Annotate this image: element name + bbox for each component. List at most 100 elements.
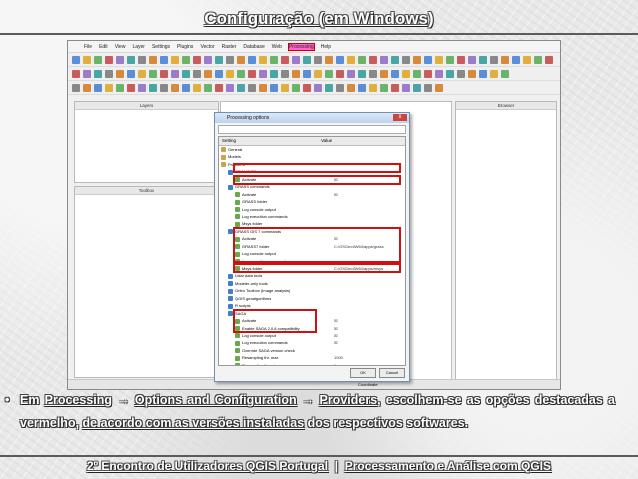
- tree-row-value[interactable]: [320, 146, 405, 153]
- tree-row-value[interactable]: ☒: [334, 317, 405, 324]
- tree-row-value[interactable]: [327, 310, 405, 317]
- toolbar-icon[interactable]: [116, 83, 124, 92]
- menu-raster[interactable]: Raster: [222, 44, 237, 50]
- toolbar-icon[interactable]: [94, 69, 102, 78]
- menu-database[interactable]: Database: [243, 44, 264, 50]
- toolbar-icon[interactable]: [424, 55, 432, 64]
- tree-row-value[interactable]: 1: [334, 362, 405, 365]
- tree-row-value[interactable]: [327, 272, 405, 279]
- toolbar-icon[interactable]: [237, 83, 245, 92]
- toolbar-icon[interactable]: [468, 69, 476, 78]
- toolbar-icon[interactable]: [534, 55, 542, 64]
- toolbar-icon[interactable]: [105, 69, 113, 78]
- search-input[interactable]: [218, 125, 406, 134]
- tree-row[interactable]: Resampling thr. min 1: [219, 362, 405, 365]
- tree-row-value[interactable]: ☒: [334, 325, 405, 332]
- toolbar-icon[interactable]: [457, 55, 465, 64]
- toolbar-icon[interactable]: [413, 83, 421, 92]
- toolbar-icon[interactable]: [347, 83, 355, 92]
- toolbar-icon[interactable]: [259, 55, 267, 64]
- toolbar-icon[interactable]: [248, 83, 256, 92]
- toolbar-icon[interactable]: [72, 69, 80, 78]
- toolbar-icon[interactable]: [116, 69, 124, 78]
- tree-row-value[interactable]: ☒: [334, 339, 405, 346]
- toolbar-icon[interactable]: [171, 83, 179, 92]
- toolbar-icon[interactable]: [160, 69, 168, 78]
- toolbar-icon[interactable]: [303, 69, 311, 78]
- tree-row-value[interactable]: [327, 280, 405, 287]
- tree-row[interactable]: Lidar data tools: [219, 272, 405, 279]
- toolbar-icon[interactable]: [281, 69, 289, 78]
- toolbar-icon[interactable]: [325, 69, 333, 78]
- toolbar-icon[interactable]: [149, 83, 157, 92]
- toolbar-icon[interactable]: [270, 55, 278, 64]
- tree-row[interactable]: Activate ☒: [219, 191, 405, 198]
- toolbar-icon[interactable]: [149, 55, 157, 64]
- toolbar-icon[interactable]: [94, 55, 102, 64]
- toolbar-icon[interactable]: [138, 83, 146, 92]
- tree-row[interactable]: Models: [219, 153, 405, 160]
- toolbar-icon[interactable]: [468, 55, 476, 64]
- toolbar-icon[interactable]: [94, 83, 102, 92]
- toolbar-icon[interactable]: [72, 83, 80, 92]
- toolbar-icon[interactable]: [292, 69, 300, 78]
- toolbar-icon[interactable]: [292, 55, 300, 64]
- tree-row-value[interactable]: [327, 295, 405, 302]
- toolbar-icon[interactable]: [281, 83, 289, 92]
- toolbar-icon[interactable]: [105, 55, 113, 64]
- toolbar-icon[interactable]: [314, 69, 322, 78]
- tree-row[interactable]: GRASS folder: [219, 198, 405, 205]
- tree-row-value[interactable]: [327, 287, 405, 294]
- toolbar-icon[interactable]: [413, 55, 421, 64]
- toolbar-icon[interactable]: [336, 55, 344, 64]
- tree-row-value[interactable]: 1000: [334, 354, 405, 361]
- cancel-button[interactable]: Cancel: [379, 368, 405, 378]
- tree-row-value[interactable]: [334, 213, 405, 220]
- menu-settings[interactable]: Settings: [152, 44, 170, 50]
- toolbar-icon[interactable]: [116, 55, 124, 64]
- toolbar-icon[interactable]: [270, 69, 278, 78]
- tree-row-value[interactable]: [320, 153, 405, 160]
- toolbar-icon[interactable]: [314, 83, 322, 92]
- toolbar-icon[interactable]: [325, 83, 333, 92]
- toolbar-icon[interactable]: [215, 83, 223, 92]
- toolbar-icon[interactable]: [83, 83, 91, 92]
- toolbar-icon[interactable]: [204, 69, 212, 78]
- tree-row[interactable]: Log execution commands: [219, 213, 405, 220]
- toolbar-icon[interactable]: [226, 83, 234, 92]
- toolbar-icon[interactable]: [336, 83, 344, 92]
- menu-view[interactable]: View: [115, 44, 126, 50]
- tree-row[interactable]: Log console output: [219, 206, 405, 213]
- toolbar-icon[interactable]: [149, 69, 157, 78]
- close-button[interactable]: x: [393, 114, 407, 121]
- tree-row[interactable]: General: [219, 146, 405, 153]
- toolbar-icon[interactable]: [457, 69, 465, 78]
- toolbar-icon[interactable]: [435, 69, 443, 78]
- toolbar-icon[interactable]: [479, 55, 487, 64]
- toolbar-icon[interactable]: [237, 55, 245, 64]
- menu-plugins[interactable]: Plugins: [177, 44, 193, 50]
- toolbar-icon[interactable]: [138, 69, 146, 78]
- toolbar-icon[interactable]: [248, 69, 256, 78]
- toolbar-icon[interactable]: [193, 83, 201, 92]
- toolbar-icon[interactable]: [402, 83, 410, 92]
- tree-row-value[interactable]: ☒: [334, 332, 405, 339]
- toolbar-icon[interactable]: [358, 83, 366, 92]
- toolbar-icon[interactable]: [336, 69, 344, 78]
- toolbar-icon[interactable]: [380, 69, 388, 78]
- toolbar-icon[interactable]: [501, 55, 509, 64]
- toolbar-icon[interactable]: [171, 69, 179, 78]
- menu-web[interactable]: Web: [272, 44, 282, 50]
- toolbar-icon[interactable]: [160, 83, 168, 92]
- tree-row-value[interactable]: [327, 302, 405, 309]
- toolbar-icon[interactable]: [127, 55, 135, 64]
- tree-row[interactable]: Log execution commands ☒: [219, 339, 405, 346]
- toolbar-icon[interactable]: [237, 69, 245, 78]
- toolbar-icon[interactable]: [204, 83, 212, 92]
- toolbar-icon[interactable]: [193, 55, 201, 64]
- toolbar-icon[interactable]: [380, 55, 388, 64]
- tree-row[interactable]: Resampling thr. max 1000: [219, 354, 405, 361]
- toolbar-icon[interactable]: [358, 55, 366, 64]
- toolbar-icon[interactable]: [83, 55, 91, 64]
- menu-processing[interactable]: Processing: [287, 42, 315, 51]
